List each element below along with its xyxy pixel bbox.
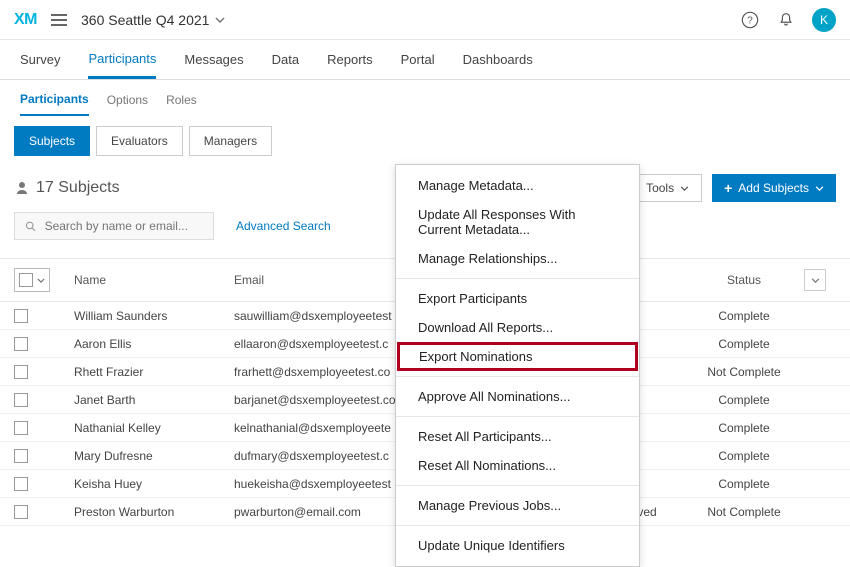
cell-name: William Saunders bbox=[74, 309, 234, 323]
cell-status: Complete bbox=[684, 337, 804, 351]
nav-survey[interactable]: Survey bbox=[20, 42, 60, 77]
menu-item-manage-relationships[interactable]: Manage Relationships... bbox=[396, 244, 639, 273]
row-checkbox[interactable] bbox=[14, 505, 28, 519]
cell-name: Janet Barth bbox=[74, 393, 234, 407]
menu-item-reset-all-nominations[interactable]: Reset All Nominations... bbox=[396, 451, 639, 480]
search-box[interactable] bbox=[14, 212, 214, 240]
bell-icon[interactable] bbox=[776, 10, 796, 30]
search-input[interactable] bbox=[45, 219, 203, 233]
row-checkbox[interactable] bbox=[14, 477, 28, 491]
menu-separator bbox=[396, 416, 639, 417]
tab-evaluators[interactable]: Evaluators bbox=[96, 126, 183, 156]
menu-separator bbox=[396, 278, 639, 279]
cell-name: Keisha Huey bbox=[74, 477, 234, 491]
chevron-down-icon bbox=[811, 278, 820, 283]
nav-participants[interactable]: Participants bbox=[88, 41, 156, 79]
sub-nav: Participants Options Roles bbox=[0, 92, 850, 116]
advanced-search-link[interactable]: Advanced Search bbox=[236, 219, 331, 233]
subnav-roles[interactable]: Roles bbox=[166, 93, 197, 115]
add-subjects-label: Add Subjects bbox=[738, 181, 809, 195]
row-checkbox[interactable] bbox=[14, 449, 28, 463]
plus-icon: + bbox=[724, 181, 732, 195]
cell-status: Complete bbox=[684, 393, 804, 407]
cell-status: Complete bbox=[684, 309, 804, 323]
avatar[interactable]: K bbox=[812, 8, 836, 32]
row-checkbox[interactable] bbox=[14, 393, 28, 407]
search-icon bbox=[25, 220, 37, 233]
top-bar: XM 360 Seattle Q4 2021 ? K bbox=[0, 0, 850, 40]
help-icon[interactable]: ? bbox=[740, 10, 760, 30]
menu-item-approve-all-nominations[interactable]: Approve All Nominations... bbox=[396, 382, 639, 411]
col-status[interactable]: Status bbox=[684, 273, 804, 287]
main-nav: Survey Participants Messages Data Reports Por… bbox=[0, 40, 850, 80]
col-name[interactable]: Name bbox=[74, 273, 234, 287]
row-checkbox[interactable] bbox=[14, 337, 28, 351]
tabs: SubjectsEvaluatorsManagers bbox=[0, 126, 850, 156]
row-checkbox[interactable] bbox=[14, 309, 28, 323]
tools-dropdown: Manage Metadata...Update All Responses W… bbox=[395, 164, 640, 567]
chevron-down-icon bbox=[815, 186, 824, 191]
menu-item-download-all-reports[interactable]: Download All Reports... bbox=[396, 313, 639, 342]
menu-item-export-participants[interactable]: Export Participants bbox=[396, 284, 639, 313]
menu-item-reset-all-participants[interactable]: Reset All Participants... bbox=[396, 422, 639, 451]
nav-data[interactable]: Data bbox=[272, 42, 299, 77]
cell-status: Complete bbox=[684, 477, 804, 491]
cell-status: Complete bbox=[684, 421, 804, 435]
menu-separator bbox=[396, 525, 639, 526]
row-checkbox[interactable] bbox=[14, 421, 28, 435]
chevron-down-icon bbox=[215, 17, 225, 23]
logo: XM bbox=[14, 11, 37, 29]
nav-messages[interactable]: Messages bbox=[184, 42, 243, 77]
menu-icon[interactable] bbox=[51, 14, 67, 26]
menu-item-export-nominations[interactable]: Export Nominations bbox=[397, 342, 638, 371]
expand-columns-button[interactable] bbox=[804, 269, 826, 291]
nav-portal[interactable]: Portal bbox=[401, 42, 435, 77]
menu-separator bbox=[396, 485, 639, 486]
svg-text:?: ? bbox=[747, 15, 753, 26]
select-all-checkbox[interactable] bbox=[14, 268, 50, 292]
menu-item-manage-metadata[interactable]: Manage Metadata... bbox=[396, 171, 639, 200]
cell-name: Nathanial Kelley bbox=[74, 421, 234, 435]
cell-name: Rhett Frazier bbox=[74, 365, 234, 379]
add-subjects-button[interactable]: + Add Subjects bbox=[712, 174, 836, 202]
menu-item-update-all-responses-with-current-metadata[interactable]: Update All Responses With Current Metada… bbox=[396, 200, 639, 244]
project-name-label: 360 Seattle Q4 2021 bbox=[81, 12, 209, 28]
project-selector[interactable]: 360 Seattle Q4 2021 bbox=[81, 12, 225, 28]
nav-reports[interactable]: Reports bbox=[327, 42, 373, 77]
cell-status: Not Complete bbox=[684, 505, 804, 519]
tools-label: Tools bbox=[646, 181, 674, 195]
subjects-count: 17 Subjects bbox=[14, 179, 120, 197]
subnav-options[interactable]: Options bbox=[107, 93, 148, 115]
person-icon bbox=[14, 180, 30, 196]
subnav-participants[interactable]: Participants bbox=[20, 92, 89, 116]
chevron-down-icon bbox=[680, 186, 689, 191]
tab-managers[interactable]: Managers bbox=[189, 126, 272, 156]
nav-dashboards[interactable]: Dashboards bbox=[463, 42, 533, 77]
chevron-down-icon bbox=[37, 278, 45, 283]
cell-name: Preston Warburton bbox=[74, 505, 234, 519]
cell-name: Aaron Ellis bbox=[74, 337, 234, 351]
row-checkbox[interactable] bbox=[14, 365, 28, 379]
tab-subjects[interactable]: Subjects bbox=[14, 126, 90, 156]
menu-separator bbox=[396, 376, 639, 377]
cell-name: Mary Dufresne bbox=[74, 449, 234, 463]
cell-status: Complete bbox=[684, 449, 804, 463]
menu-item-update-unique-identifiers[interactable]: Update Unique Identifiers bbox=[396, 531, 639, 560]
subjects-count-label: 17 Subjects bbox=[36, 179, 120, 197]
cell-status: Not Complete bbox=[684, 365, 804, 379]
